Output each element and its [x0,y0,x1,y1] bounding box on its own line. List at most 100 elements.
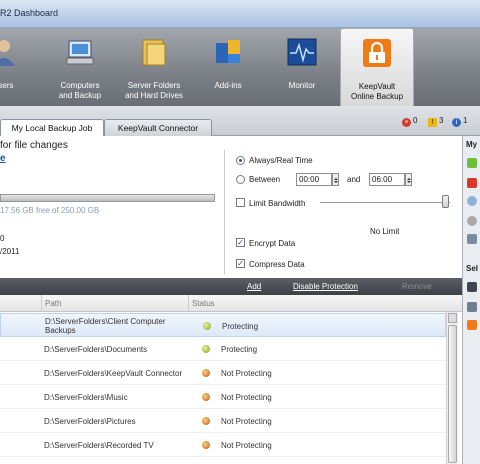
users-icon [0,36,22,68]
alert-critical[interactable]: × 0 [402,116,418,127]
warning-icon: ! [428,118,437,127]
toolbar-addins-label: Add-ins [214,81,242,90]
puzzle-icon [212,36,244,68]
selection-header: Sel [466,264,479,273]
task-start-icon[interactable] [467,158,477,168]
task-settings-icon[interactable] [467,196,477,206]
computer-icon [64,36,96,68]
task-report-icon[interactable] [467,234,477,244]
task-restore-icon[interactable] [467,216,477,226]
limit-bandwidth-checkbox[interactable] [236,198,245,207]
task-network-icon[interactable] [467,302,477,312]
row-status: Not Protecting [221,417,272,426]
encrypt-data-checkbox[interactable]: ✓ [236,238,245,247]
row-path: D:\ServerFolders\Documents [44,345,148,354]
between-label: Between [249,175,281,184]
task-keepvault-icon[interactable] [467,320,477,330]
row-path: D:\ServerFolders\Recorded TV [44,441,154,450]
toolbar-server-folders-label: Server Folders and Hard Drives [125,81,183,100]
toolbar-computers-label: Computers and Backup [58,81,102,100]
time-to-input[interactable]: 06:00 [369,173,405,186]
row-status: Protecting [222,322,259,331]
row-path: D:\ServerFolders\Client Computer Backups [45,317,166,335]
monitor-heading: for file changes [0,140,68,151]
info-icon: i [452,118,461,127]
row-status: Protecting [221,345,258,354]
scroll-up-button[interactable] [448,313,457,323]
alert-warning-count: 3 [439,116,444,125]
folders-grid: Path Status D:\ServerFolders\Client Comp… [0,295,462,464]
table-row[interactable]: D:\ServerFolders\Documents Protecting [0,337,446,361]
bandwidth-slider-track [320,202,450,203]
row-path: D:\ServerFolders\KeepVault Connector [44,369,183,378]
status-warning-icon [202,441,210,449]
folder-icon [138,36,170,68]
toolbar-users-label: sers [0,81,14,90]
window-title: R2 Dashboard [0,8,59,18]
table-row[interactable]: D:\ServerFolders\KeepVault Connector Not… [0,361,446,385]
table-row[interactable]: D:\ServerFolders\Recorded TV Not Protect… [0,433,446,457]
table-row[interactable]: D:\ServerFolders\Pictures Not Protecting [0,409,446,433]
compress-data-checkbox[interactable]: ✓ [236,259,245,268]
and-label: and [347,175,361,184]
row-path: D:\ServerFolders\Music [44,393,128,402]
between-radio[interactable] [236,175,245,184]
lock-icon [361,37,393,69]
time-from-spinner[interactable] [332,173,339,186]
toolbar-keepvault-label: KeepVault Online Backup [350,82,404,101]
alert-info[interactable]: i1 [452,116,468,127]
alert-info-count: 1 [463,116,468,125]
main-toolbar: sers Computers and Backup Server Folders… [0,28,480,106]
compress-data-label: Compress Data [249,260,305,269]
add-button[interactable]: Add [247,278,261,295]
no-limit-label: No Limit [370,227,400,236]
tasks-header: My [466,140,478,149]
status-warning-icon [202,369,210,377]
monitor-icon [286,36,318,68]
toolbar-keepvault-button[interactable]: KeepVault Online Backup [340,28,414,106]
settings-divider [224,150,225,274]
alert-critical-count: 0 [413,116,418,125]
bandwidth-slider-thumb[interactable] [442,195,449,208]
disable-protection-button[interactable]: Disable Protection [293,278,358,295]
tab-my-local-backup-job[interactable]: My Local Backup Job [0,119,104,136]
limit-bandwidth-label: Limit Bandwidth [249,199,306,208]
time-from-input[interactable]: 00:00 [296,173,332,186]
toolbar-addins-button[interactable]: Add-ins [200,28,256,106]
row-status: Not Protecting [221,393,272,402]
task-find-icon[interactable] [467,282,477,292]
grid-header: Path Status [0,295,462,312]
remove-button[interactable]: Remove [402,278,432,295]
toolbar-monitor-label: Monitor [288,81,316,90]
status-warning-icon [202,393,210,401]
task-stop-icon[interactable] [467,178,477,188]
column-header-path[interactable]: Path [41,295,61,312]
grid-vertical-scrollbar[interactable] [446,312,458,464]
settings-link[interactable]: e [0,153,6,164]
date-fragment: 0 [0,234,5,243]
tasks-panel: My Sel [462,136,480,464]
alert-warning[interactable]: ! 3 [428,116,444,127]
status-ok-icon [203,322,211,330]
year-fragment: /2011 [0,247,20,256]
status-warning-icon [202,417,210,425]
scroll-thumb[interactable] [448,325,457,463]
storage-free-text: 17.56 GB free of 250.00 GB [0,206,100,215]
always-realtime-radio[interactable] [236,156,245,165]
toolbar-server-folders-button[interactable]: Server Folders and Hard Drives [118,28,190,106]
row-status: Not Protecting [221,441,272,450]
row-status: Not Protecting [221,369,272,378]
table-row[interactable]: D:\ServerFolders\Music Not Protecting [0,385,446,409]
toolbar-computers-button[interactable]: Computers and Backup [54,28,106,106]
grid-action-bar: Add Disable Protection Remove [0,278,462,295]
toolbar-monitor-button[interactable]: Monitor [274,28,330,106]
tab-keepvault-connector[interactable]: KeepVault Connector [104,119,212,136]
time-to-spinner[interactable] [405,173,412,186]
table-row[interactable]: D:\ServerFolders\Client Computer Backups… [0,313,446,337]
toolbar-users-button[interactable]: sers [0,28,26,106]
storage-progress-bar [0,194,215,202]
encrypt-data-label: Encrypt Data [249,239,296,248]
row-path: D:\ServerFolders\Pictures [44,417,136,426]
always-realtime-label: Always/Real Time [249,156,313,165]
column-header-status[interactable]: Status [188,295,215,312]
